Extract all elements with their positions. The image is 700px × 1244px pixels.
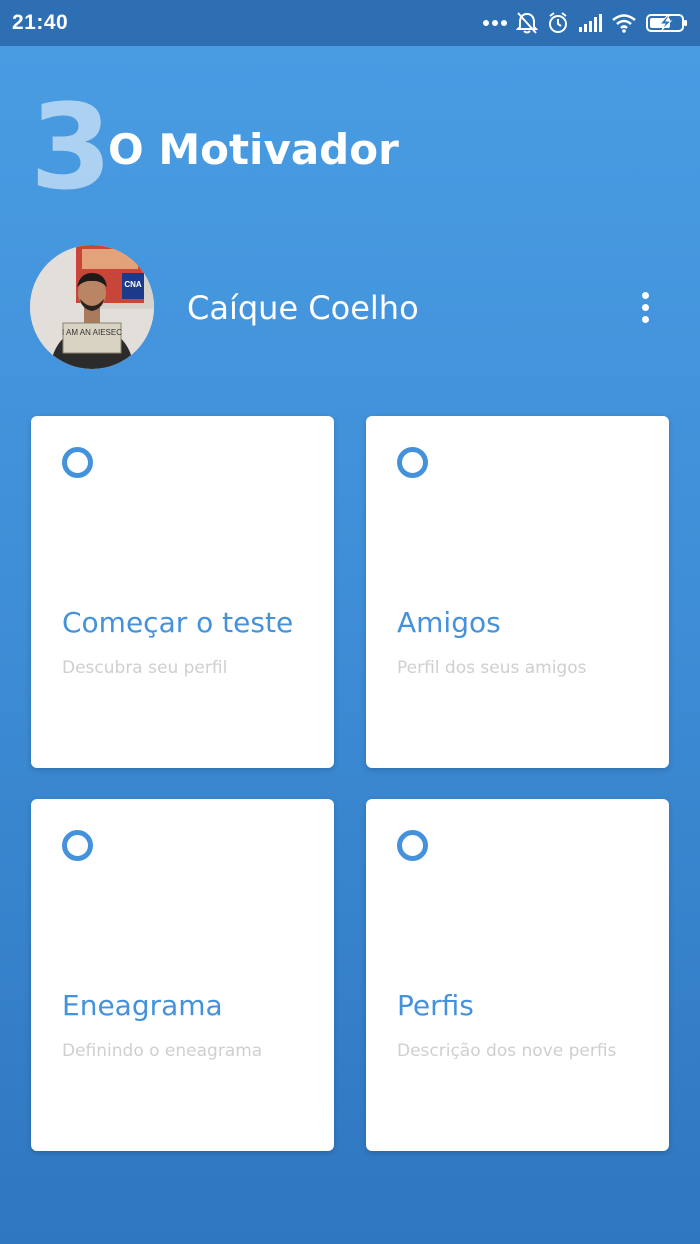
avatar[interactable]: CNA I AM AN AIESEC bbox=[30, 245, 154, 369]
ring-icon bbox=[397, 447, 428, 478]
profile-row: CNA I AM AN AIESEC Caíque Coelho bbox=[30, 245, 670, 369]
battery-charging-icon bbox=[646, 14, 687, 32]
card-subtitle: Descrição dos nove perfis bbox=[397, 1041, 617, 1061]
status-bar: 21:40 bbox=[0, 0, 700, 46]
card-title: Amigos bbox=[397, 606, 501, 639]
status-time: 21:40 bbox=[12, 11, 69, 34]
more-vert-icon[interactable] bbox=[630, 287, 660, 327]
card-subtitle: Definindo o eneagrama bbox=[62, 1041, 263, 1061]
status-icons bbox=[483, 11, 688, 35]
wifi-icon bbox=[612, 14, 636, 33]
signal-icon bbox=[579, 14, 602, 32]
card-subtitle: Perfil dos seus amigos bbox=[397, 658, 587, 678]
notifications-off-icon bbox=[516, 12, 538, 34]
app-title: O Motivador bbox=[108, 125, 399, 174]
card-title: Começar o teste bbox=[62, 606, 294, 639]
card-friends[interactable]: Amigos Perfil dos seus amigos bbox=[366, 416, 669, 768]
more-dots-icon bbox=[483, 20, 507, 26]
menu-dot bbox=[641, 291, 649, 299]
ring-icon bbox=[62, 830, 93, 861]
avatar-photo: CNA I AM AN AIESEC bbox=[30, 245, 154, 369]
menu-dot bbox=[641, 315, 649, 323]
ring-icon bbox=[62, 447, 93, 478]
avatar-poster-text: CNA bbox=[124, 280, 142, 289]
ring-icon bbox=[397, 830, 428, 861]
card-enneagram[interactable]: Eneagrama Definindo o eneagrama bbox=[31, 799, 334, 1151]
avatar-sign-text: I AM AN AIESEC bbox=[62, 328, 122, 337]
profile-name: Caíque Coelho bbox=[187, 289, 419, 327]
card-start-test[interactable]: Começar o teste Descubra seu perfil bbox=[31, 416, 334, 768]
card-subtitle: Descubra seu perfil bbox=[62, 658, 228, 678]
card-title: Eneagrama bbox=[62, 989, 223, 1022]
menu-dot bbox=[641, 303, 649, 311]
alarm-icon bbox=[549, 12, 567, 33]
card-title: Perfis bbox=[397, 989, 474, 1022]
logo-number: 3 bbox=[30, 78, 113, 216]
card-profiles[interactable]: Perfis Descrição dos nove perfis bbox=[366, 799, 669, 1151]
